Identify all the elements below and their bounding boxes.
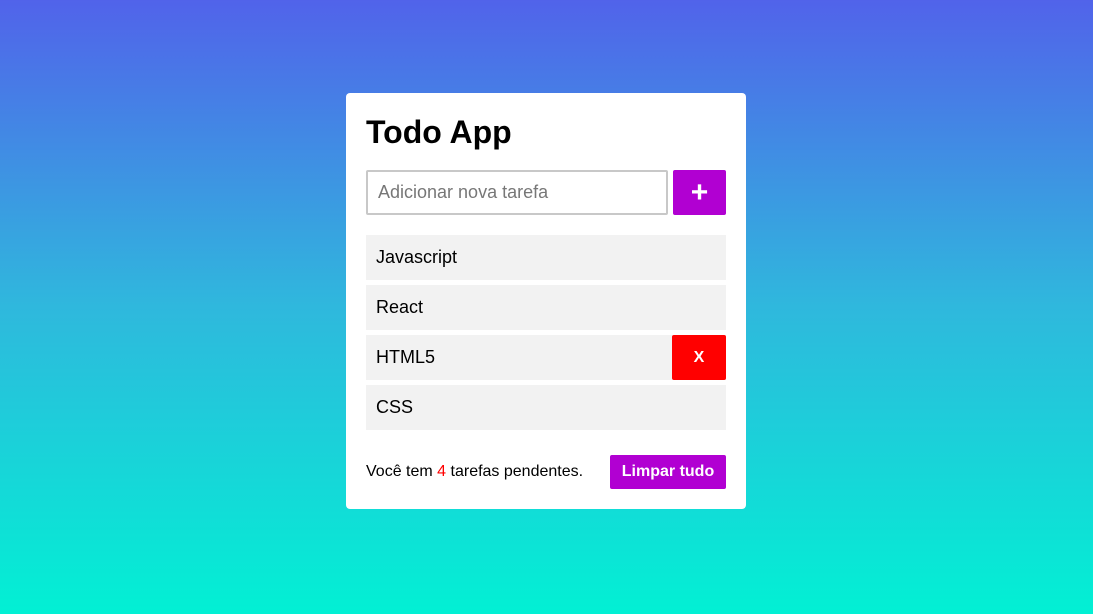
todo-footer: Você tem 4 tarefas pendentes. Limpar tud…: [366, 455, 726, 489]
todo-item-label: Javascript: [376, 247, 458, 267]
pending-suffix: tarefas pendentes.: [450, 463, 584, 480]
delete-todo-button[interactable]: X: [672, 335, 726, 380]
new-todo-input[interactable]: [366, 170, 668, 215]
pending-count: 4: [437, 463, 447, 480]
todo-item-label: React: [376, 297, 424, 317]
todo-card: Todo App + Javascript React HTML5 X CSS …: [346, 93, 746, 509]
pending-prefix: Você tem: [366, 463, 433, 480]
todo-item-css[interactable]: CSS: [366, 385, 726, 430]
add-todo-form: +: [366, 170, 726, 215]
pending-summary: Você tem 4 tarefas pendentes.: [366, 463, 583, 481]
todo-item-label: HTML5: [376, 347, 436, 367]
clear-all-button[interactable]: Limpar tudo: [610, 455, 726, 489]
app-title: Todo App: [366, 114, 512, 150]
todo-list: Javascript React HTML5 X CSS: [366, 235, 726, 435]
add-todo-button[interactable]: +: [673, 170, 726, 215]
todo-item-react[interactable]: React: [366, 285, 726, 330]
todo-item-label: CSS: [376, 397, 414, 417]
todo-item-javascript[interactable]: Javascript: [366, 235, 726, 280]
todo-item-html5[interactable]: HTML5 X: [366, 335, 726, 380]
